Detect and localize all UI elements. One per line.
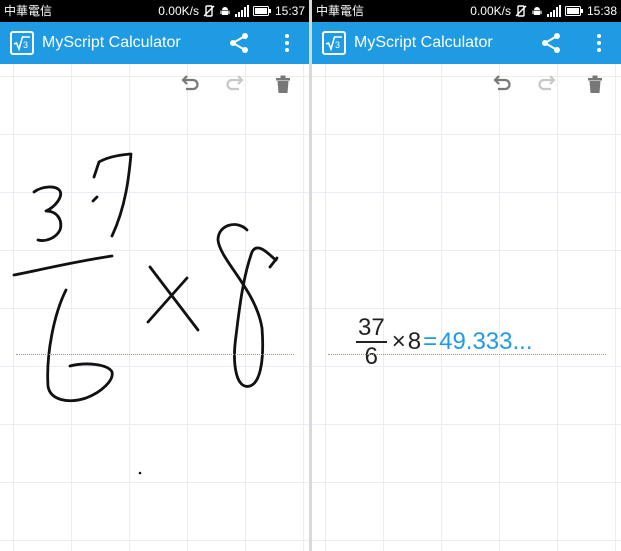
carrier-name: 中華電信 [4,4,53,18]
overflow-menu-icon [285,34,289,52]
share-icon [230,33,248,53]
carrier-name: 中華電信 [316,4,365,18]
handwriting-canvas[interactable]: 37 6 × 8 = 49.333... [312,64,621,551]
clock: 15:37 [274,4,305,18]
clock: 15:38 [586,4,617,18]
writing-baseline [16,354,294,355]
screen-result: 中華電信 0.00K/s 15:38 3 MyScript Calculator… [312,0,621,551]
sqrt3-logo-icon: 3 [322,31,346,55]
android-icon [220,7,230,15]
undo-icon [493,75,511,91]
status-bar: 中華電信 0.00K/s [0,0,309,22]
result-value[interactable]: 49.333... [439,328,532,356]
handwritten-ink [12,152,279,475]
handwriting-canvas[interactable] [0,64,309,551]
overflow-menu-button[interactable] [275,31,299,55]
operand: 8 [407,328,422,355]
overflow-menu-icon [597,34,601,52]
fraction: 37 6 [356,313,387,370]
share-button[interactable] [227,31,251,55]
battery-icon [252,6,271,16]
screen-handwriting: 中華電信 0.00K/s 15:37 3 MyScript Calculator [0,0,309,551]
redo-icon [538,75,556,91]
app-title: MyScript Calculator [354,34,493,51]
clear-button[interactable] [583,72,607,96]
redo-button[interactable] [536,72,560,96]
app-title: MyScript Calculator [42,34,181,51]
multiply-operator: × [391,328,406,355]
overflow-menu-button[interactable] [587,31,611,55]
battery-icon [564,6,583,16]
signal-icon [234,5,249,17]
numerator: 37 [358,313,385,341]
trash-icon [588,75,602,93]
svg-text:3: 3 [23,40,28,50]
app-bar: 3 MyScript Calculator [0,22,309,64]
android-icon [532,7,542,15]
denominator: 6 [364,342,379,370]
sqrt3-logo-icon: 3 [10,31,34,55]
recognized-expression: 37 6 × 8 = 49.333... [356,312,533,372]
status-bar: 中華電信 0.00K/s [312,0,621,22]
signal-icon [546,5,561,17]
share-icon [542,33,560,53]
network-speed: 0.00K/s [470,4,511,18]
vibrate-off-icon [203,5,215,17]
svg-text:3: 3 [335,40,340,50]
writing-baseline [328,354,606,355]
vibrate-off-icon [515,5,527,17]
result-equals: = [423,328,438,355]
share-button[interactable] [539,31,563,55]
app-bar: 3 MyScript Calculator [312,22,621,64]
network-speed: 0.00K/s [158,4,199,18]
undo-button[interactable] [489,72,513,96]
